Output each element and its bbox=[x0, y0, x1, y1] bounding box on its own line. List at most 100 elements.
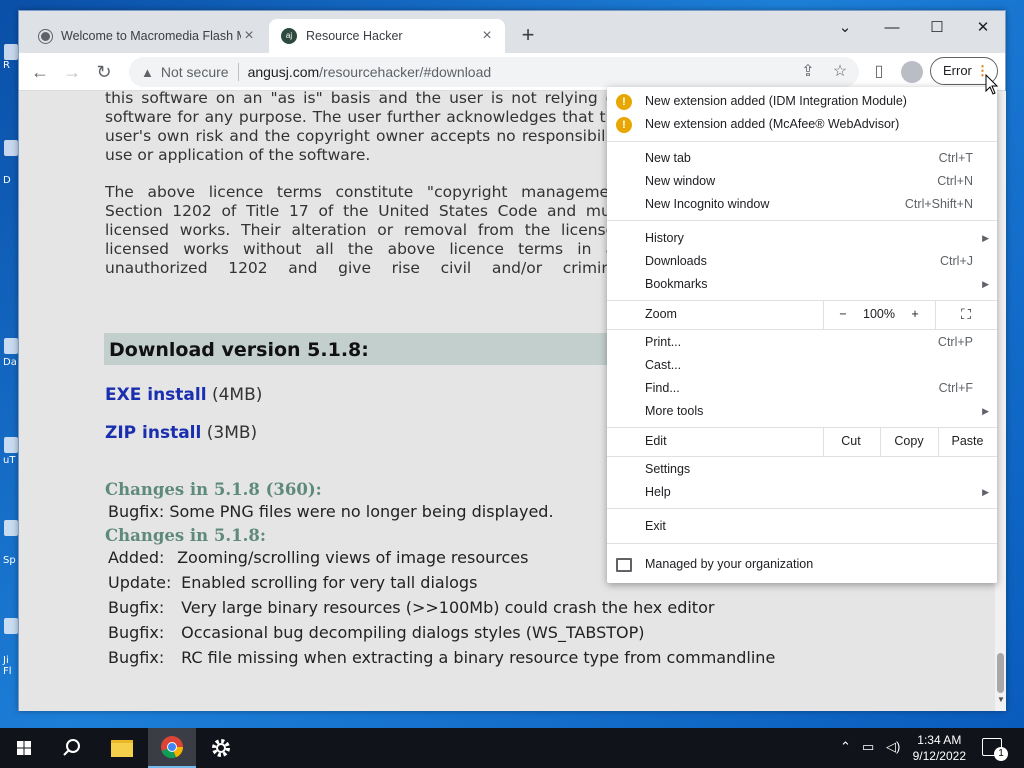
maximize-button[interactable]: ☐ bbox=[919, 15, 955, 41]
changelog-line: Bugfix: Very large binary resources (>>1… bbox=[108, 598, 714, 617]
zoom-out-button[interactable]: − bbox=[833, 303, 853, 326]
warning-icon[interactable]: ▲ bbox=[141, 65, 154, 80]
address-bar[interactable]: ▲ Not secure angusj.com/resourcehacker/#… bbox=[129, 57, 859, 87]
menu-item-new-window[interactable]: New window Ctrl+N bbox=[607, 170, 997, 193]
url-text[interactable]: angusj.com/resourcehacker/#download bbox=[248, 64, 492, 80]
back-button[interactable]: ← bbox=[27, 59, 53, 85]
menu-divider bbox=[935, 300, 936, 329]
menu-divider bbox=[607, 543, 997, 544]
menu-divider bbox=[823, 300, 824, 329]
changelog-text: Zooming/scrolling views of image resourc… bbox=[177, 548, 529, 567]
reload-button[interactable]: ↻ bbox=[91, 59, 117, 85]
changelog-text: Enabled scrolling for very tall dialogs bbox=[181, 573, 478, 592]
minimize-button[interactable]: — bbox=[874, 15, 910, 41]
menu-item-cast[interactable]: Cast... bbox=[607, 354, 997, 377]
tab-resource-hacker[interactable]: aj Resource Hacker × bbox=[269, 19, 505, 53]
desktop-icon[interactable] bbox=[4, 520, 18, 536]
menu-item-print[interactable]: Print... Ctrl+P bbox=[607, 331, 997, 354]
menu-divider bbox=[607, 220, 997, 221]
exe-size: (4MB) bbox=[211, 385, 263, 405]
scroll-down-icon[interactable]: ▼ bbox=[997, 695, 1005, 704]
menu-item-label: Downloads bbox=[645, 254, 707, 268]
licence-paragraph: this software on an "as is" basis and th… bbox=[105, 91, 625, 164]
menu-item-more-tools[interactable]: More tools ▶ bbox=[607, 400, 997, 423]
menu-item-exit[interactable]: Exit bbox=[607, 515, 997, 538]
scrollbar-thumb[interactable] bbox=[997, 653, 1004, 693]
menu-item-new-tab[interactable]: New tab Ctrl+T bbox=[607, 147, 997, 170]
forward-button[interactable]: → bbox=[59, 59, 85, 85]
menu-shortcut: Ctrl+N bbox=[937, 174, 973, 188]
changelog-tag: Update: bbox=[108, 573, 172, 592]
share-icon[interactable]: ⇪ bbox=[797, 62, 819, 82]
zip-install-link[interactable]: ZIP install bbox=[105, 423, 201, 443]
menu-divider bbox=[607, 300, 997, 301]
search-button[interactable] bbox=[48, 728, 96, 768]
changes-heading: Changes in 5.1.8: bbox=[105, 526, 266, 545]
volume-icon[interactable]: ◁) bbox=[886, 739, 900, 755]
changelog-line: Added: Zooming/scrolling views of image … bbox=[108, 548, 528, 567]
new-tab-button[interactable]: + bbox=[517, 24, 539, 46]
url-host: angusj.com bbox=[247, 64, 320, 80]
chrome-taskbar-button[interactable] bbox=[148, 728, 196, 768]
paste-button[interactable]: Paste bbox=[938, 430, 997, 453]
changelog-text: Occasional bug decompiling dialogs style… bbox=[181, 623, 645, 642]
file-explorer-button[interactable] bbox=[98, 728, 146, 768]
fullscreen-icon[interactable]: ⛶ bbox=[956, 303, 976, 326]
menu-item-label: More tools bbox=[645, 404, 704, 418]
side-panel-icon[interactable]: ▯ bbox=[868, 62, 890, 82]
menu-divider bbox=[607, 141, 997, 142]
menu-item-managed[interactable]: Managed by your organization bbox=[607, 553, 997, 576]
desktop-icon-label: R bbox=[3, 60, 10, 71]
zip-download-line: ZIP install (3MB) bbox=[105, 423, 257, 443]
show-hidden-icons-icon[interactable]: ⌃ bbox=[840, 739, 851, 755]
close-tab-icon[interactable]: × bbox=[479, 28, 495, 44]
settings-taskbar-button[interactable] bbox=[197, 728, 245, 768]
changes-heading: Changes in 5.1.8 (360): bbox=[105, 480, 322, 499]
menu-item-bookmarks[interactable]: Bookmarks ▶ bbox=[607, 273, 997, 296]
menu-item-history[interactable]: History ▶ bbox=[607, 227, 997, 250]
menu-item-help[interactable]: Help ▶ bbox=[607, 481, 997, 504]
copy-button[interactable]: Copy bbox=[880, 430, 938, 453]
profile-avatar-icon[interactable] bbox=[901, 61, 923, 83]
network-icon[interactable]: ▭ bbox=[862, 739, 874, 755]
close-tab-icon[interactable]: × bbox=[241, 28, 257, 44]
desktop-icon[interactable] bbox=[4, 618, 18, 634]
security-label[interactable]: Not secure bbox=[161, 64, 229, 80]
zoom-level: 100% bbox=[863, 307, 895, 321]
browser-toolbar: ← → ↻ ▲ Not secure angusj.com/resourceha… bbox=[19, 53, 1005, 91]
gear-icon bbox=[212, 739, 230, 757]
changelog-text: Some PNG files were no longer being disp… bbox=[169, 502, 554, 521]
cut-button[interactable]: Cut bbox=[823, 430, 879, 453]
close-window-button[interactable]: ✕ bbox=[965, 15, 1001, 41]
menu-item-settings[interactable]: Settings bbox=[607, 458, 997, 481]
desktop-icon-label: uT bbox=[3, 455, 16, 466]
menu-item-find[interactable]: Find... Ctrl+F bbox=[607, 377, 997, 400]
desktop-icon-label: Da bbox=[3, 357, 17, 368]
desktop-icon[interactable] bbox=[4, 437, 18, 453]
menu-item-edit: Edit Cut Copy Paste bbox=[607, 427, 997, 456]
clock[interactable]: 1:34 AM 9/12/2022 bbox=[913, 732, 966, 764]
globe-icon bbox=[39, 29, 52, 43]
menu-item-label: Bookmarks bbox=[645, 277, 708, 291]
desktop-icon[interactable] bbox=[4, 44, 18, 60]
menu-item-new-incognito[interactable]: New Incognito window Ctrl+Shift+N bbox=[607, 193, 997, 216]
menu-item-label: Exit bbox=[645, 519, 666, 533]
menu-item-extension-idm[interactable]: ! New extension added (IDM Integration M… bbox=[607, 90, 997, 113]
menu-item-downloads[interactable]: Downloads Ctrl+J bbox=[607, 250, 997, 273]
zoom-in-button[interactable]: + bbox=[905, 303, 925, 326]
tab-search-button[interactable]: ⌄ bbox=[827, 15, 863, 41]
error-label: Error bbox=[943, 63, 972, 78]
bookmark-star-icon[interactable]: ☆ bbox=[829, 62, 851, 82]
folder-icon bbox=[111, 740, 133, 757]
tab-macromedia[interactable]: Welcome to Macromedia Flash M × bbox=[27, 19, 267, 53]
exe-install-link[interactable]: EXE install bbox=[105, 385, 207, 405]
menu-item-extension-mcafee[interactable]: ! New extension added (McAfee® WebAdviso… bbox=[607, 113, 997, 136]
submenu-arrow-icon: ▶ bbox=[982, 406, 989, 416]
start-button[interactable] bbox=[0, 728, 48, 768]
changelog-tag: Bugfix: bbox=[108, 598, 165, 617]
menu-shortcut: Ctrl+F bbox=[938, 381, 973, 395]
menu-item-label: Managed by your organization bbox=[645, 557, 814, 571]
desktop-icon[interactable] bbox=[4, 338, 18, 354]
desktop-icon[interactable] bbox=[4, 140, 18, 156]
menu-item-zoom: Zoom − 100% + ⛶ bbox=[607, 300, 997, 329]
